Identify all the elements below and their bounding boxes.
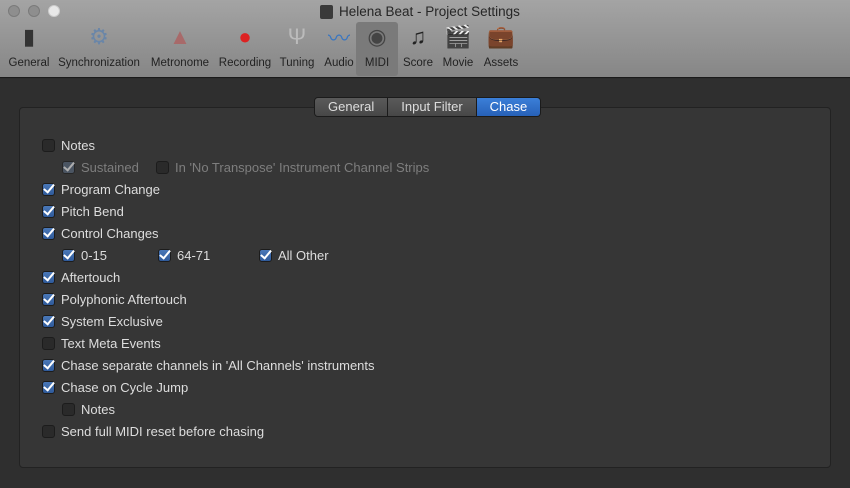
option-chase-on-cycle-jump[interactable]: Chase on Cycle Jump	[42, 379, 188, 395]
toolbar-metronome[interactable]: ▲ Metronome	[148, 22, 212, 76]
option-label: Notes	[61, 137, 95, 153]
toolbar-score[interactable]: ♫ Score	[400, 22, 436, 76]
tab-chase[interactable]: Chase	[476, 98, 541, 116]
toolbar-recording[interactable]: ● Recording	[216, 22, 274, 76]
option-label: Program Change	[61, 181, 160, 197]
checkbox[interactable]	[42, 336, 55, 350]
option-64-71[interactable]: 64-71	[158, 247, 210, 263]
option-label: Notes	[81, 401, 115, 417]
zoom-button[interactable]	[48, 5, 60, 17]
title-bar: Helena Beat - Project Settings ▮ General ⚙…	[0, 0, 850, 78]
option-label: 0-15	[81, 247, 108, 263]
checkbox[interactable]	[42, 182, 55, 196]
checkbox[interactable]	[259, 248, 272, 262]
checkbox[interactable]	[158, 248, 171, 262]
option-label: All Other	[278, 247, 329, 263]
toolbar-synchronization[interactable]: ⚙ Synchronization	[56, 22, 142, 76]
switch-icon: ▮	[22, 24, 36, 49]
option-label: Text Meta Events	[61, 335, 161, 351]
checkbox[interactable]	[42, 424, 55, 438]
checkbox[interactable]	[42, 270, 55, 284]
tuning-fork-icon: Ψ	[287, 24, 307, 49]
checkbox[interactable]	[42, 138, 55, 152]
option-pitch-bend[interactable]: Pitch Bend	[42, 203, 124, 219]
option-0-15[interactable]: 0-15	[62, 247, 107, 263]
tab-input-filter[interactable]: Input Filter	[388, 98, 477, 116]
checkbox[interactable]	[42, 380, 55, 394]
option-label: Pitch Bend	[61, 203, 124, 219]
option-label: Chase on Cycle Jump	[61, 379, 189, 395]
toolbar-label: Metronome	[150, 57, 210, 69]
option-label: Aftertouch	[61, 269, 121, 285]
option-label: Send full MIDI reset before chasing	[61, 423, 265, 439]
checkbox[interactable]	[42, 204, 55, 218]
gears-icon: ⚙	[89, 24, 109, 49]
toolbar-movie[interactable]: 🎬 Movie	[440, 22, 476, 76]
checkbox[interactable]	[62, 248, 75, 262]
toolbar-midi[interactable]: ◉ MIDI	[356, 22, 398, 76]
toolbar-label: Score	[402, 57, 434, 69]
toolbar-label: Assets	[483, 57, 519, 69]
checkbox[interactable]	[42, 226, 55, 240]
briefcase-icon: 💼	[487, 24, 515, 49]
minimize-button[interactable]	[28, 5, 40, 17]
option-all-other[interactable]: All Other	[259, 247, 329, 263]
record-icon: ●	[238, 24, 252, 49]
option-sustained[interactable]: Sustained	[62, 159, 139, 175]
music-notes-icon: ♫	[409, 24, 427, 49]
option-send-full-midi-reset-before-chasing[interactable]: Send full MIDI reset before chasing	[42, 423, 264, 439]
option-in-no-transpose-instrument-channel-strips[interactable]: In 'No Transpose' Instrument Channel Str…	[156, 159, 429, 175]
close-button[interactable]	[8, 5, 20, 17]
option-system-exclusive[interactable]: System Exclusive	[42, 313, 163, 329]
checkbox[interactable]	[42, 314, 55, 328]
option-notes[interactable]: Notes	[42, 137, 95, 153]
checkbox[interactable]	[62, 160, 75, 174]
checkbox[interactable]	[156, 160, 169, 174]
toolbar-label: Tuning	[279, 57, 315, 69]
toolbar-assets[interactable]: 💼 Assets	[480, 22, 522, 76]
option-label: Chase separate channels in 'All Channels…	[61, 357, 375, 373]
toolbar-label: Audio	[324, 57, 354, 69]
option-label: 64-71	[177, 247, 211, 263]
midi-port-icon: ◉	[367, 24, 387, 49]
window-title-text: Helena Beat - Project Settings	[339, 4, 520, 19]
option-notes[interactable]: Notes	[62, 401, 115, 417]
toolbar-label: Movie	[442, 57, 474, 69]
tab-bar: General Input Filter Chase	[314, 97, 542, 117]
checkbox[interactable]	[42, 358, 55, 372]
option-program-change[interactable]: Program Change	[42, 181, 160, 197]
option-control-changes[interactable]: Control Changes	[42, 225, 159, 241]
option-label: Control Changes	[61, 225, 159, 241]
toolbar-label: General	[8, 57, 50, 69]
tab-general[interactable]: General	[315, 98, 389, 116]
toolbar-label: Recording	[218, 57, 272, 69]
option-polyphonic-aftertouch[interactable]: Polyphonic Aftertouch	[42, 291, 187, 307]
window-title: Helena Beat - Project Settings	[320, 4, 520, 19]
checkbox[interactable]	[42, 292, 55, 306]
option-label: System Exclusive	[61, 313, 163, 329]
option-label: Polyphonic Aftertouch	[61, 291, 187, 307]
option-label: In 'No Transpose' Instrument Channel Str…	[175, 159, 430, 175]
option-label: Sustained	[81, 159, 139, 175]
option-text-meta-events[interactable]: Text Meta Events	[42, 335, 161, 351]
metronome-icon: ▲	[169, 24, 191, 49]
option-chase-separate-channels-in-all-channels-instruments[interactable]: Chase separate channels in 'All Channels…	[42, 357, 375, 373]
clapperboard-icon: 🎬	[444, 24, 472, 49]
toolbar-general[interactable]: ▮ General	[4, 22, 54, 76]
toolbar-audio[interactable]: 〰 Audio	[321, 22, 357, 76]
toolbar-label: MIDI	[364, 57, 390, 69]
waveform-icon: 〰	[327, 26, 350, 51]
checkbox[interactable]	[62, 402, 75, 416]
toolbar-label: Synchronization	[58, 57, 140, 69]
option-aftertouch[interactable]: Aftertouch	[42, 269, 120, 285]
document-icon	[320, 4, 333, 19]
toolbar-tuning[interactable]: Ψ Tuning	[278, 22, 316, 76]
